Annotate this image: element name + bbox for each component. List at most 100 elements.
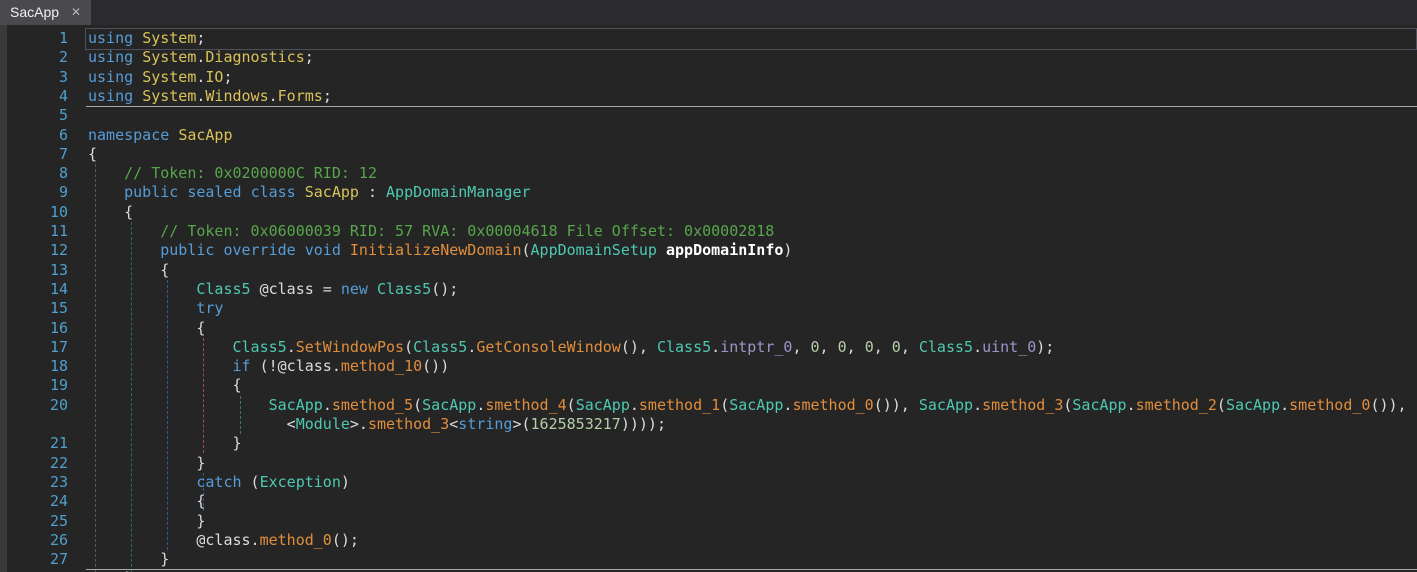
line-number[interactable]: 22 (7, 454, 68, 473)
code-line: { (88, 492, 205, 511)
code-token-kw: catch (196, 473, 241, 491)
code-token-ns: System (142, 48, 196, 66)
code-token-num: 0 (865, 338, 874, 356)
code-token-ty: Exception (260, 473, 341, 491)
code-token-pn: ( (567, 396, 576, 414)
code-token-ns: Forms (278, 87, 323, 105)
code-token-ns: System (142, 29, 196, 47)
line-number[interactable]: 6 (7, 126, 68, 145)
code-line: namespace SacApp (88, 126, 233, 145)
line-number[interactable]: 1 (7, 29, 68, 48)
code-token-ns: System (142, 68, 196, 86)
code-token-m: smethod_5 (332, 396, 413, 414)
line-number[interactable]: 24 (7, 492, 68, 511)
code-token-pn (88, 241, 160, 259)
code-token-m: smethod_1 (639, 396, 720, 414)
line-number[interactable]: 27 (7, 550, 68, 569)
code-line: { (88, 261, 169, 280)
procedure-separator-line (86, 106, 1417, 107)
line-number[interactable]: 18 (7, 357, 68, 376)
code-token-ty: Class5 (657, 338, 711, 356)
code-token-kw: using (88, 48, 133, 66)
line-number[interactable]: 5 (7, 106, 68, 125)
code-token-pn: , (820, 338, 838, 356)
line-number[interactable]: 20 (7, 396, 68, 415)
line-number[interactable]: 17 (7, 338, 68, 357)
code-token-cm: // Token: 0x0200000C RID: 12 (124, 164, 377, 182)
code-token-pn: . (1280, 396, 1289, 414)
code-token-pn (88, 338, 233, 356)
code-line: } (88, 454, 205, 473)
code-token-pn: < (88, 415, 296, 433)
code-token-kw: namespace (88, 126, 169, 144)
line-number[interactable]: 14 (7, 280, 68, 299)
code-token-pn (133, 29, 142, 47)
code-line: @class.method_0(); (88, 531, 359, 550)
code-token-m: smethod_0 (1289, 396, 1370, 414)
code-token-m: smethod_3 (368, 415, 449, 433)
code-line: catch (Exception) (88, 473, 350, 492)
code-token-pn: ( (720, 396, 729, 414)
code-token-pn: . (1127, 396, 1136, 414)
line-number[interactable]: 25 (7, 512, 68, 531)
line-number[interactable]: 8 (7, 164, 68, 183)
line-number[interactable]: 9 (7, 183, 68, 202)
code-token-pn: ( (413, 396, 422, 414)
code-token-pn (296, 241, 305, 259)
line-number[interactable]: 13 (7, 261, 68, 280)
code-token-pn (242, 183, 251, 201)
code-token-pn: ()), (1370, 396, 1406, 414)
code-token-pn: { (88, 261, 169, 279)
code-token-pn: { (88, 319, 205, 337)
line-number[interactable]: 2 (7, 48, 68, 67)
line-number[interactable]: 3 (7, 68, 68, 87)
code-token-fld: uint_0 (982, 338, 1036, 356)
code-token-kw: sealed (187, 183, 241, 201)
code-token-kw: using (88, 87, 133, 105)
code-token-pn: } (88, 550, 169, 568)
line-number[interactable]: 23 (7, 473, 68, 492)
code-line: // Token: 0x06000039 RID: 57 RVA: 0x0000… (88, 222, 774, 241)
code-token-m: smethod_3 (982, 396, 1063, 414)
code-token-pn: (); (431, 280, 458, 298)
code-token-pn: ( (242, 473, 260, 491)
code-token-pn: (), (621, 338, 657, 356)
code-token-pn: ( (404, 338, 413, 356)
code-token-pn (88, 299, 196, 317)
code-token-m: smethod_4 (485, 396, 566, 414)
code-line: { (88, 203, 133, 222)
line-number[interactable]: 15 (7, 299, 68, 318)
code-token-ty: Class5 (919, 338, 973, 356)
line-number[interactable]: 11 (7, 222, 68, 241)
code-line: { (88, 145, 97, 164)
code-token-ty: SacApp (576, 396, 630, 414)
code-line: using System.IO; (88, 68, 233, 87)
code-token-ty: SacApp (919, 396, 973, 414)
code-token-ty: SacApp (729, 396, 783, 414)
code-token-pn: ; (223, 68, 232, 86)
code-token-pn: { (88, 145, 97, 163)
code-area[interactable]: 1using System;2using System.Diagnostics;… (0, 0, 1417, 572)
line-number[interactable]: 19 (7, 376, 68, 395)
code-token-ns: SacApp (305, 183, 359, 201)
code-token-prm: appDomainInfo (666, 241, 783, 259)
code-token-pn (88, 222, 160, 240)
code-line: { (88, 319, 205, 338)
code-token-pn (657, 241, 666, 259)
code-token-pn: { (88, 492, 205, 510)
code-line: using System; (88, 29, 205, 48)
code-token-pn: )))); (621, 415, 666, 433)
line-number[interactable]: 10 (7, 203, 68, 222)
code-token-pn: { (88, 203, 133, 221)
code-token-ty: AppDomainManager (386, 183, 531, 201)
code-token-ty: AppDomainSetup (531, 241, 657, 259)
line-number[interactable]: 7 (7, 145, 68, 164)
code-token-ty: Module (296, 415, 350, 433)
code-token-cm: // Token: 0x06000039 RID: 57 RVA: 0x0000… (160, 222, 774, 240)
line-number[interactable]: 4 (7, 87, 68, 106)
line-number[interactable]: 16 (7, 319, 68, 338)
line-number[interactable]: 12 (7, 241, 68, 260)
code-token-kw: string (458, 415, 512, 433)
line-number[interactable]: 26 (7, 531, 68, 550)
line-number[interactable]: 21 (7, 434, 68, 453)
